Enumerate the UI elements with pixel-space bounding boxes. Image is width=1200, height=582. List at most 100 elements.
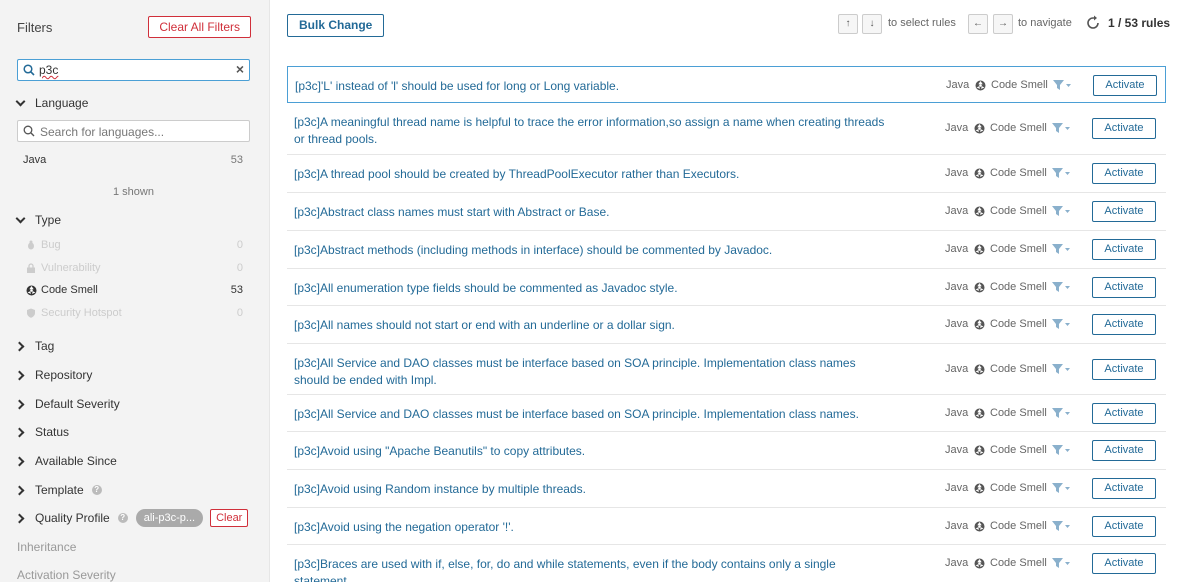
filter-icon[interactable] <box>1052 364 1072 375</box>
clear-quality-profile-button[interactable]: Clear <box>210 509 249 527</box>
activate-button[interactable]: Activate <box>1092 440 1156 461</box>
bug-icon <box>28 240 34 250</box>
facet-type-header[interactable]: Type <box>17 211 61 229</box>
rule-row[interactable]: [p3c]All enumeration type fields should … <box>287 269 1166 306</box>
rule-title-link[interactable]: [p3c]Avoid using "Apache Beanutils" to c… <box>294 443 894 460</box>
facet-repository-header[interactable]: Repository <box>17 366 92 384</box>
rule-title-link[interactable]: [p3c]Avoid using the negation operator '… <box>294 519 894 536</box>
clear-search-icon[interactable]: × <box>236 61 244 77</box>
rule-title-link[interactable]: [p3c]Avoid using Random instance by mult… <box>294 481 894 498</box>
activate-button[interactable]: Activate <box>1092 359 1156 380</box>
rule-type: Code Smell <box>990 482 1047 494</box>
facet-item-code-smell[interactable]: Code Smell 53 <box>17 281 250 301</box>
rule-title-link[interactable]: [p3c]'L' instead of 'l' should be used f… <box>295 78 895 95</box>
bulk-change-button[interactable]: Bulk Change <box>287 14 385 37</box>
rule-title-link[interactable]: [p3c]Braces are used with if, else, for,… <box>294 556 894 582</box>
rule-title-link[interactable]: [p3c]All enumeration type fields should … <box>294 280 894 297</box>
activate-button[interactable]: Activate <box>1093 75 1157 96</box>
facet-quality-profile-header[interactable]: Quality Profile ? ali-p3c-p... Clear <box>17 509 249 527</box>
right-key-icon: → <box>993 14 1013 34</box>
rule-title-link[interactable]: [p3c]Abstract class names must start wit… <box>294 204 894 221</box>
rule-language: Java <box>945 243 969 255</box>
rule-title-link[interactable]: [p3c]A meaningful thread name is helpful… <box>294 114 894 148</box>
facet-type-label: Type <box>35 213 62 227</box>
reload-icon[interactable] <box>1085 15 1101 31</box>
facet-item-count: 53 <box>230 154 243 166</box>
facet-status-header[interactable]: Status <box>17 423 69 441</box>
filter-icon[interactable] <box>1052 282 1072 293</box>
rule-search-input[interactable]: p3c × <box>17 59 250 81</box>
activate-button[interactable]: Activate <box>1092 163 1156 184</box>
sidebar-header: Filters Clear All Filters <box>17 16 251 39</box>
facet-tag-header[interactable]: Tag <box>17 337 54 355</box>
facet-default-severity-header[interactable]: Default Severity <box>17 395 120 413</box>
filter-icon[interactable] <box>1053 80 1073 91</box>
facet-item-security-hotspot[interactable]: Security Hotspot 0 <box>17 304 250 324</box>
rule-row[interactable]: [p3c]All Service and DAO classes must be… <box>287 344 1166 395</box>
rule-title-link[interactable]: [p3c]All Service and DAO classes must be… <box>294 406 894 423</box>
rule-title-link[interactable]: [p3c]All Service and DAO classes must be… <box>294 355 894 389</box>
rule-row[interactable]: [p3c]All names should not start or end w… <box>287 306 1166 344</box>
rule-language: Java <box>945 205 969 217</box>
facet-item-bug[interactable]: Bug 0 <box>17 236 250 256</box>
rule-language: Java <box>945 520 969 532</box>
filter-icon[interactable] <box>1052 123 1072 134</box>
filter-icon[interactable] <box>1052 483 1072 494</box>
rule-row[interactable]: [p3c]'L' instead of 'l' should be used f… <box>287 66 1166 103</box>
activate-button[interactable]: Activate <box>1092 478 1156 499</box>
facet-template-header[interactable]: Template ? <box>17 481 102 499</box>
facet-item-label: Java <box>23 154 47 166</box>
rule-row[interactable]: [p3c]Avoid using "Apache Beanutils" to c… <box>287 432 1166 470</box>
activate-button[interactable]: Activate <box>1092 314 1156 335</box>
activate-button[interactable]: Activate <box>1092 277 1156 298</box>
rule-row[interactable]: [p3c]Avoid using the negation operator '… <box>287 508 1166 545</box>
facet-item-count: 0 <box>236 262 243 274</box>
activate-button[interactable]: Activate <box>1092 201 1156 222</box>
rule-row[interactable]: [p3c]Braces are used with if, else, for,… <box>287 545 1166 582</box>
filter-icon[interactable] <box>1052 319 1072 330</box>
facet-item-java[interactable]: Java 53 <box>17 151 250 171</box>
help-icon[interactable]: ? <box>117 513 128 523</box>
facet-available-since-label: Available Since <box>35 454 117 468</box>
code-smell-icon <box>974 282 985 293</box>
rule-row[interactable]: [p3c]Abstract class names must start wit… <box>287 193 1166 231</box>
filter-icon[interactable] <box>1052 168 1072 179</box>
activate-button[interactable]: Activate <box>1092 553 1156 574</box>
rule-row[interactable]: [p3c]Avoid using Random instance by mult… <box>287 470 1166 508</box>
clear-all-filters-button[interactable]: Clear All Filters <box>148 16 251 38</box>
chevron-right-icon <box>17 514 25 522</box>
filter-icon[interactable] <box>1052 244 1072 255</box>
facet-available-since-header[interactable]: Available Since <box>17 452 117 470</box>
facet-item-vulnerability[interactable]: Vulnerability 0 <box>17 259 250 279</box>
rule-title-link[interactable]: [p3c]A thread pool should be created by … <box>294 166 894 183</box>
filter-icon[interactable] <box>1052 408 1072 419</box>
filter-icon[interactable] <box>1052 206 1072 217</box>
rule-row[interactable]: [p3c]A thread pool should be created by … <box>287 155 1166 193</box>
code-smell-icon <box>974 168 985 179</box>
rules-toolbar: Bulk Change ↑ ↓ to select rules ← → to n… <box>287 14 1185 38</box>
rule-title-link[interactable]: [p3c]Abstract methods (including methods… <box>294 242 894 259</box>
chevron-right-icon <box>17 486 25 494</box>
facet-language-header[interactable]: Language <box>17 94 88 112</box>
quality-profile-badge[interactable]: ali-p3c-p... <box>135 509 204 527</box>
filter-icon[interactable] <box>1052 521 1072 532</box>
rule-row[interactable]: [p3c]A meaningful thread name is helpful… <box>287 103 1166 155</box>
rule-type: Code Smell <box>990 167 1047 179</box>
facet-item-count: 0 <box>236 307 243 319</box>
language-search-input[interactable]: Search for languages... <box>17 120 250 142</box>
filter-icon[interactable] <box>1052 558 1072 569</box>
rule-row[interactable]: [p3c]Abstract methods (including methods… <box>287 231 1166 269</box>
help-icon[interactable]: ? <box>91 485 102 495</box>
rule-row[interactable]: [p3c]All Service and DAO classes must be… <box>287 395 1166 432</box>
activate-button[interactable]: Activate <box>1092 516 1156 537</box>
rule-title-link[interactable]: [p3c]All names should not start or end w… <box>294 317 894 334</box>
filter-icon[interactable] <box>1052 445 1072 456</box>
facet-quality-profile-label: Quality Profile <box>35 511 110 525</box>
activate-button[interactable]: Activate <box>1092 239 1156 260</box>
activate-button[interactable]: Activate <box>1092 403 1156 424</box>
facet-item-label: Bug <box>41 239 61 251</box>
code-smell-icon <box>974 558 985 569</box>
code-smell-icon <box>974 319 985 330</box>
rule-language: Java <box>945 167 969 179</box>
activate-button[interactable]: Activate <box>1092 118 1156 139</box>
